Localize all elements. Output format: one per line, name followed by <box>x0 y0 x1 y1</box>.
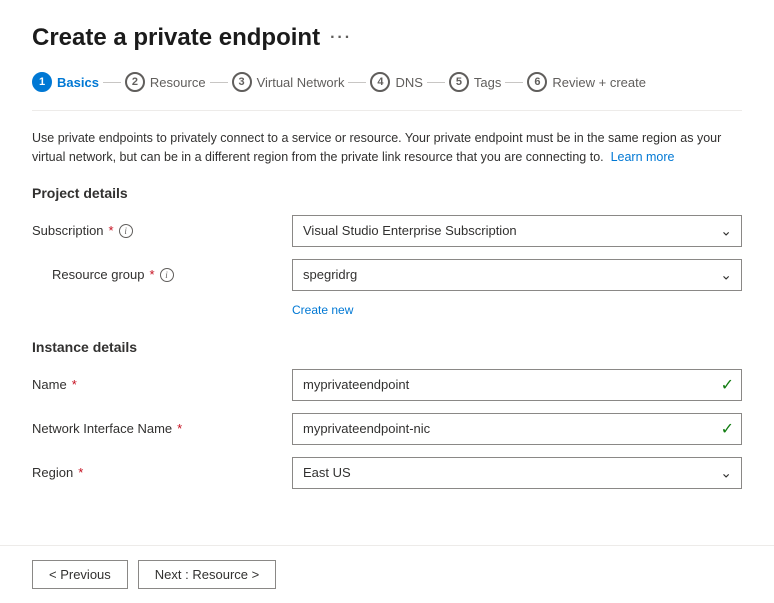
page-title: Create a private endpoint <box>32 24 320 52</box>
nic-name-row: Network Interface Name * ✓ <box>32 413 742 445</box>
divider <box>32 110 742 111</box>
page-title-row: Create a private endpoint ··· <box>32 24 742 52</box>
resource-group-row: Resource group * i spegridrg <box>32 259 742 291</box>
name-label: Name <box>32 377 67 392</box>
resource-group-select-wrapper: spegridrg <box>292 259 742 291</box>
page-container: Create a private endpoint ··· 1 Basics 2… <box>0 0 774 603</box>
name-input[interactable] <box>292 369 742 401</box>
nic-name-required: * <box>177 421 182 436</box>
step-label-tags: Tags <box>474 75 501 90</box>
step-num-3: 3 <box>232 72 252 92</box>
name-control: ✓ <box>292 369 742 401</box>
region-select[interactable]: East US <box>292 457 742 489</box>
subscription-select[interactable]: Visual Studio Enterprise Subscription <box>292 215 742 247</box>
wizard-step-virtual-network[interactable]: 3 Virtual Network <box>232 72 345 92</box>
step-num-6: 6 <box>527 72 547 92</box>
wizard-step-tags[interactable]: 5 Tags <box>449 72 501 92</box>
step-sep-3 <box>348 82 366 83</box>
step-label-dns: DNS <box>395 75 422 90</box>
step-num-5: 5 <box>449 72 469 92</box>
nic-name-label: Network Interface Name <box>32 421 172 436</box>
subscription-label-col: Subscription * i <box>32 223 292 238</box>
wizard-step-resource[interactable]: 2 Resource <box>125 72 206 92</box>
description: Use private endpoints to privately conne… <box>32 129 742 167</box>
step-label-review: Review + create <box>552 75 646 90</box>
footer: < Previous Next : Resource > <box>0 545 774 603</box>
nic-name-input[interactable] <box>292 413 742 445</box>
name-check-icon: ✓ <box>721 375 734 395</box>
nic-name-check-icon: ✓ <box>721 419 734 439</box>
step-num-4: 4 <box>370 72 390 92</box>
next-button[interactable]: Next : Resource > <box>138 560 276 589</box>
subscription-row: Subscription * i Visual Studio Enterpris… <box>32 215 742 247</box>
project-details-section: Project details Subscription * i Visual … <box>32 185 742 317</box>
subscription-control: Visual Studio Enterprise Subscription <box>292 215 742 247</box>
step-num-2: 2 <box>125 72 145 92</box>
step-label-virtual-network: Virtual Network <box>257 75 345 90</box>
step-sep-2 <box>210 82 228 83</box>
wizard-step-dns[interactable]: 4 DNS <box>370 72 422 92</box>
resource-group-required: * <box>150 267 155 282</box>
resource-group-control: spegridrg <box>292 259 742 291</box>
wizard-step-review[interactable]: 6 Review + create <box>527 72 646 92</box>
step-sep-4 <box>427 82 445 83</box>
nic-name-label-col: Network Interface Name * <box>32 421 292 436</box>
region-row: Region * East US <box>32 457 742 489</box>
step-num-1: 1 <box>32 72 52 92</box>
instance-details-section: Instance details Name * ✓ Network Interf… <box>32 339 742 489</box>
step-sep-5 <box>505 82 523 83</box>
instance-details-title: Instance details <box>32 339 742 355</box>
region-label-col: Region * <box>32 465 292 480</box>
resource-group-label: Resource group <box>52 267 145 282</box>
resource-group-select[interactable]: spegridrg <box>292 259 742 291</box>
region-required: * <box>78 465 83 480</box>
create-new-link[interactable]: Create new <box>292 303 742 317</box>
resource-group-label-col: Resource group * i <box>32 267 292 282</box>
subscription-select-wrapper: Visual Studio Enterprise Subscription <box>292 215 742 247</box>
resource-group-info-icon[interactable]: i <box>160 268 174 282</box>
learn-more-link[interactable]: Learn more <box>611 150 675 164</box>
step-sep-1 <box>103 82 121 83</box>
subscription-info-icon[interactable]: i <box>119 224 133 238</box>
name-required: * <box>72 377 77 392</box>
wizard-step-basics[interactable]: 1 Basics <box>32 72 99 92</box>
page-title-ellipsis: ··· <box>330 29 352 47</box>
subscription-required: * <box>109 223 114 238</box>
project-details-title: Project details <box>32 185 742 201</box>
name-input-wrapper: ✓ <box>292 369 742 401</box>
wizard-steps: 1 Basics 2 Resource 3 Virtual Network 4 … <box>32 72 742 92</box>
nic-name-control: ✓ <box>292 413 742 445</box>
step-label-basics: Basics <box>57 75 99 90</box>
region-label: Region <box>32 465 73 480</box>
nic-name-input-wrapper: ✓ <box>292 413 742 445</box>
step-label-resource: Resource <box>150 75 206 90</box>
subscription-label: Subscription <box>32 223 104 238</box>
main-content: Create a private endpoint ··· 1 Basics 2… <box>0 0 774 545</box>
name-label-col: Name * <box>32 377 292 392</box>
previous-button[interactable]: < Previous <box>32 560 128 589</box>
name-row: Name * ✓ <box>32 369 742 401</box>
region-select-wrapper: East US <box>292 457 742 489</box>
region-control: East US <box>292 457 742 489</box>
